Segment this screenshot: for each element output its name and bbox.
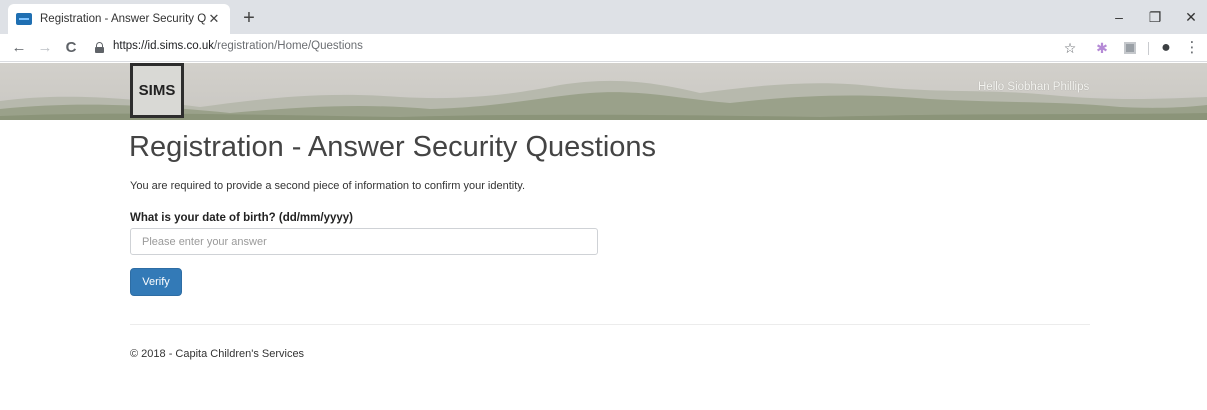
menu-icon[interactable]: ⋮ (1183, 39, 1201, 57)
user-greeting-menu[interactable]: Hello Siobhan Phillips (978, 81, 1089, 93)
browser-tab[interactable]: Registration - Answer Security Q ✕ (8, 4, 230, 34)
verify-button[interactable]: Verify (130, 268, 182, 296)
tab-close-icon[interactable]: ✕ (206, 11, 222, 27)
forward-arrow-icon[interactable]: → (34, 37, 56, 59)
lock-icon (95, 42, 104, 53)
footer-copyright: © 2018 - Capita Children's Services (130, 348, 305, 360)
reload-icon[interactable]: C (60, 37, 82, 59)
security-question-label: What is your date of birth? (dd/mm/yyyy) (130, 212, 353, 224)
page-title: Registration - Answer Security Questions (129, 131, 657, 163)
sims-logo[interactable]: SIMS (130, 63, 184, 118)
url-host: https://id.sims.co.uk (113, 40, 214, 52)
browser-tab-strip: Registration - Answer Security Q ✕ + – ❐… (0, 0, 1207, 34)
extension-icon[interactable]: ✱ (1093, 39, 1111, 57)
back-arrow-icon[interactable]: ← (8, 37, 30, 59)
toolbar-separator (1148, 42, 1149, 55)
new-tab-button[interactable]: + (237, 6, 261, 30)
security-answer-input[interactable] (130, 228, 598, 255)
window-close-button[interactable]: ✕ (1176, 6, 1206, 28)
window-minimize-button[interactable]: – (1104, 6, 1134, 28)
url-path: /registration/Home/Questions (213, 40, 363, 52)
tab-title: Registration - Answer Security Q (40, 13, 206, 25)
address-bar[interactable]: https://id.sims.co.uk/registration/Home/… (113, 40, 363, 52)
footer-divider (130, 324, 1090, 325)
site-favicon-icon (16, 13, 32, 25)
account-icon[interactable]: ● (1157, 39, 1175, 57)
bookmark-star-icon[interactable]: ☆ (1061, 39, 1079, 57)
window-restore-button[interactable]: ❐ (1140, 6, 1170, 28)
site-header-banner: SIMS Hello Siobhan Phillips (0, 63, 1207, 120)
intro-text: You are required to provide a second pie… (130, 180, 526, 192)
extension-square-icon[interactable] (1124, 42, 1136, 54)
browser-toolbar: ← → C https://id.sims.co.uk/registration… (0, 34, 1207, 62)
